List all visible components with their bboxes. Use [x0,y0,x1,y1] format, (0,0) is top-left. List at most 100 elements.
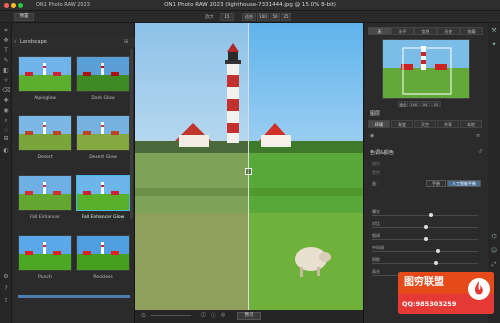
preset-item[interactable]: Reckless [76,235,130,287]
move-icon[interactable]: ✥ [2,37,10,45]
toggle-icon[interactable]: ◉ [370,133,374,139]
nav-25-button[interactable]: 25 [431,101,441,107]
preset-thumbnail[interactable] [18,175,72,211]
crop-icon[interactable]: ⌗ [2,27,10,35]
tab-info[interactable]: 信息 [414,27,437,35]
export-icon[interactable]: ⇪ [2,297,10,305]
slider-shadows[interactable]: 阴影 [372,257,484,266]
category-back-label[interactable]: Landscape [20,39,47,45]
preview-button[interactable]: 预习 [237,312,261,320]
layers-section-title: 图层 [370,111,381,117]
zoom-label: 放大 [205,15,214,20]
portrait-icon[interactable]: ☺ [490,247,498,255]
presets-scrollbar[interactable] [130,49,133,219]
preset-thumbnail[interactable] [18,235,72,271]
effects-icon[interactable]: ✦ [490,41,498,49]
preset-item[interactable]: Desert Glow [76,115,130,167]
brush-icon[interactable]: ✎ [2,57,10,65]
preset-item[interactable]: Punch [18,235,72,287]
magic-icon[interactable]: ✧ [2,77,10,85]
clone-icon[interactable]: ◉ [2,107,10,115]
tab-navigator[interactable]: 天 [368,27,391,35]
slider-knob[interactable] [434,261,438,265]
loupe-icon[interactable]: ⊙ [141,312,146,319]
slider-knob[interactable] [424,237,428,241]
preset-label: Dark Glow [91,96,115,101]
gradient-icon[interactable]: ◧ [2,67,10,75]
slider-track[interactable] [372,215,478,216]
tab-shared[interactable]: 共享 [437,120,459,128]
preset-item[interactable]: Dark Glow [76,56,130,108]
zoom-fit-button[interactable]: 适合 [242,13,256,21]
compare-icon[interactable]: ◫ [201,312,206,318]
tab-environment[interactable]: 环境 [368,120,390,128]
zoom-slider[interactable] [151,315,191,316]
hand-icon[interactable]: ☝ [2,127,10,135]
chevron-left-icon[interactable]: ‹ [14,39,16,45]
tab-favorites[interactable]: 收藏 [460,27,483,35]
eye-icon[interactable]: ◎ [221,312,225,318]
presets-panel: ‹ Landscape ⊞ Alpinglow Dark Glow Desert… [12,23,135,323]
slider-contrast[interactable]: 对比 [372,221,484,230]
info-icon[interactable]: ⓘ [211,312,216,319]
preset-thumbnail[interactable] [76,115,130,151]
zoom-50-button[interactable]: 50 [270,13,280,21]
image-canvas[interactable] [135,23,363,310]
preset-item[interactable]: Fall Enhancer [18,175,72,227]
preset-thumbnail[interactable] [18,115,72,151]
nav-50-button[interactable]: 50 [420,101,430,107]
slider-detail[interactable]: 细调 [372,233,484,242]
menu-icon[interactable]: ≡ [476,133,480,139]
preset-label: Desert Glow [89,155,117,160]
slider-midtones[interactable]: 中间调 [372,245,484,254]
slider-knob[interactable] [429,213,433,217]
slider-exposure[interactable]: 曝光 [372,209,484,218]
component-tabs: 环境 渐变 天空 共享 本地 [368,120,485,128]
retouch-icon[interactable]: ✚ [2,97,10,105]
tab-history[interactable]: 历史 [437,27,460,35]
preset-item[interactable]: Alpinglow [18,56,72,108]
slider-track[interactable] [372,263,478,264]
text-icon[interactable]: T [2,47,10,55]
slider-knob[interactable] [436,249,440,253]
nav-100-button[interactable]: 100 [409,101,419,107]
preset-label: Fall Enhancer [29,215,61,220]
preset-label: Reckless [93,275,113,280]
browse-icon[interactable]: ⊞ [2,135,10,143]
tab-local[interactable]: 本地 [460,120,482,128]
settings-icon[interactable]: ⚙ [2,273,10,281]
help-icon[interactable]: ? [2,285,10,293]
grid-view-icon[interactable]: ⊞ [124,39,128,45]
reset-icon[interactable]: ↺ [478,149,482,155]
zoom-25-button[interactable]: 25 [281,13,291,21]
split-handle[interactable] [245,168,252,175]
preset-row-partial [18,295,130,298]
zoom-100-button[interactable]: 100 [257,13,269,21]
before-after-split-line[interactable] [248,23,249,310]
develop-icon[interactable]: ⚒ [490,27,498,35]
eraser-icon[interactable]: ⌫ [2,87,10,95]
navigator-thumbnail[interactable] [382,39,470,99]
preset-label: Fall Enhancer Glow [81,215,125,220]
resize-icon[interactable]: ⤢ [490,261,498,269]
slider-track[interactable] [372,251,478,252]
preset-thumbnail[interactable] [18,56,72,92]
mode-manual-button[interactable]: 手册 [426,180,446,187]
presets-button[interactable]: 预置 [14,13,34,21]
preset-thumbnail[interactable] [76,56,130,92]
tab-levels[interactable]: 水平 [391,27,414,35]
preset-thumbnail[interactable] [76,235,130,271]
tab-gradient[interactable]: 渐变 [391,120,413,128]
edit-icon[interactable]: ◐ [2,147,10,155]
tab-sky[interactable]: 天空 [414,120,436,128]
photo-lighthouse [135,23,363,310]
nav-fit-button[interactable]: 适合 [398,101,408,107]
slider-knob[interactable] [424,225,428,229]
zoom-percent-field[interactable]: 15 [220,13,234,21]
preset-thumbnail[interactable] [76,175,130,211]
local-icon[interactable]: ⌬ [490,233,498,241]
mode-ai-balance-button[interactable]: 人工智能平衡 [447,180,481,187]
preset-item[interactable]: Desert [18,115,72,167]
preset-item-selected[interactable]: Fall Enhancer Glow [76,171,130,229]
zoom-tool-icon[interactable]: ⌕ [2,117,10,125]
